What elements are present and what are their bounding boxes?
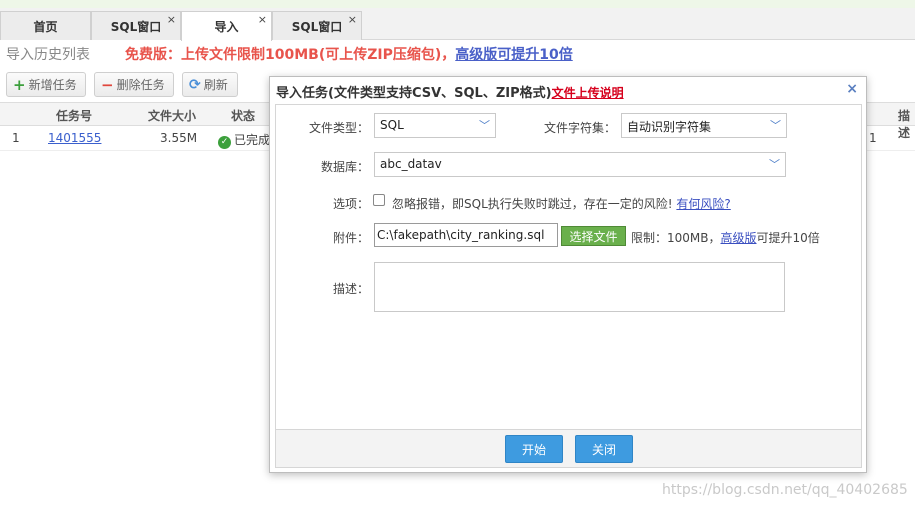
row-index: 1: [12, 131, 20, 145]
advanced-edition-link[interactable]: 高级版: [721, 231, 757, 245]
tab-sql-window-1[interactable]: SQL窗口 ×: [91, 11, 181, 40]
chevron-down-icon: ﹀: [770, 119, 781, 132]
col-status[interactable]: 状态: [231, 107, 255, 124]
close-icon[interactable]: ×: [258, 13, 267, 26]
start-button[interactable]: 开始: [505, 435, 563, 463]
options-text: 忽略报错，即SQL执行失败时跳过，存在一定的风险! 有何风险?: [392, 195, 731, 212]
database-label: 数据库：: [321, 160, 370, 174]
description-textarea[interactable]: [374, 262, 785, 312]
status-text: 已完成: [234, 133, 271, 147]
charset-select[interactable]: 自动识别字符集 ﹀: [621, 113, 787, 138]
upload-guide-link[interactable]: 文件上传说明: [552, 86, 624, 100]
row-fragment: 1: [869, 131, 877, 145]
options-label: 选项：: [333, 197, 370, 211]
limit-prefix: 限制：100MB，: [631, 231, 721, 245]
description-label: 描述：: [333, 282, 370, 296]
close-icon[interactable]: ×: [348, 13, 357, 26]
database-value: abc_datav: [380, 157, 442, 171]
close-icon[interactable]: ×: [167, 13, 176, 26]
risk-link[interactable]: 有何风险?: [676, 197, 730, 211]
database-select[interactable]: abc_datav ﹀: [374, 152, 786, 177]
history-title: 导入历史列表: [6, 47, 90, 63]
delete-task-label: 删除任务: [116, 78, 165, 92]
task-id-link[interactable]: 1401555: [48, 131, 101, 145]
import-task-dialog: 导入任务(文件类型支持CSV、SQL、ZIP格式)文件上传说明 × 文件类型： …: [269, 76, 867, 473]
plus-icon: +: [13, 75, 26, 94]
chevron-down-icon: ﹀: [769, 158, 780, 171]
tab-import-label: 导入: [214, 20, 239, 34]
close-icon[interactable]: ×: [846, 81, 858, 97]
minus-icon: −: [101, 75, 114, 94]
dialog-footer: 开始 关闭: [275, 430, 862, 468]
tab-import[interactable]: 导入 ×: [181, 11, 272, 41]
upgrade-link[interactable]: 高级版可提升10倍: [455, 47, 572, 63]
add-task-button[interactable]: + 新增任务: [6, 72, 86, 97]
col-file-size[interactable]: 文件大小: [148, 107, 196, 124]
charset-label: 文件字符集：: [544, 121, 617, 135]
tab-sql-window-2[interactable]: SQL窗口 ×: [272, 11, 362, 40]
close-button[interactable]: 关闭: [575, 435, 633, 463]
promo-text: 免费版：上传文件限制100MB(可上传ZIP压缩包)，: [125, 47, 456, 63]
check-circle-icon: ✓: [218, 136, 231, 149]
refresh-button[interactable]: ⟳ 刷新: [182, 72, 238, 97]
limit-suffix: 可提升10倍: [756, 231, 820, 245]
ignore-errors-text: 忽略报错，即SQL执行失败时跳过，存在一定的风险!: [392, 197, 673, 211]
charset-value: 自动识别字符集: [627, 120, 712, 134]
dialog-title-text: 导入任务(文件类型支持CSV、SQL、ZIP格式): [276, 86, 552, 101]
delete-task-button[interactable]: − 删除任务: [94, 72, 174, 97]
refresh-label: 刷新: [203, 78, 228, 92]
file-type-value: SQL: [380, 118, 404, 132]
file-type-select[interactable]: SQL ﹀: [374, 113, 496, 138]
attachment-path-input[interactable]: C:\fakepath\city_ranking.sql: [374, 223, 558, 247]
tab-sql-window-1-label: SQL窗口: [110, 19, 162, 34]
dialog-title: 导入任务(文件类型支持CSV、SQL、ZIP格式)文件上传说明: [276, 82, 624, 101]
ignore-errors-checkbox[interactable]: [373, 194, 385, 206]
watermark: https://blog.csdn.net/qq_40402685: [662, 482, 908, 498]
tab-sql-window-2-label: SQL窗口: [291, 19, 343, 34]
tab-home[interactable]: 首页: [0, 11, 91, 40]
chevron-down-icon: ﹀: [479, 119, 490, 132]
file-type-label: 文件类型：: [309, 121, 370, 135]
refresh-icon: ⟳: [189, 76, 201, 93]
upload-limit-text: 限制：100MB，高级版可提升10倍: [631, 229, 820, 246]
top-strip: [0, 0, 915, 8]
tab-bar: 首页 SQL窗口 × 导入 × SQL窗口 ×: [0, 8, 915, 41]
promo-banner: 免费版：上传文件限制100MB(可上传ZIP压缩包)，高级版可提升10倍: [125, 44, 573, 64]
tab-home-label: 首页: [33, 19, 58, 34]
attachment-label: 附件：: [333, 231, 370, 245]
col-task-id[interactable]: 任务号: [56, 107, 92, 124]
dialog-body: 文件类型： SQL ﹀ 文件字符集： 自动识别字符集 ﹀ 数据库： abc_da…: [275, 104, 862, 430]
add-task-label: 新增任务: [28, 78, 77, 92]
status-cell: ✓ 已完成: [218, 131, 270, 149]
choose-file-button[interactable]: 选择文件: [561, 226, 626, 246]
file-size-cell: 3.55M: [160, 131, 198, 145]
